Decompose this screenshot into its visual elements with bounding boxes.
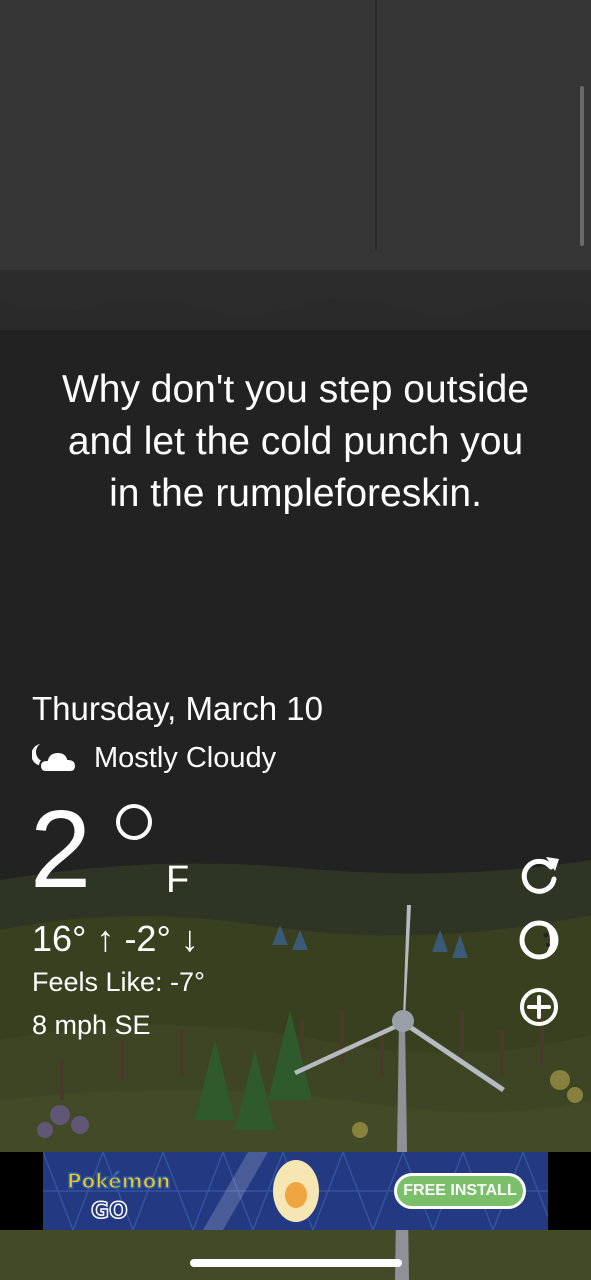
refresh-icon[interactable] — [517, 853, 561, 897]
add-location-icon[interactable] — [517, 985, 561, 1029]
svg-text:Pokémon: Pokémon — [67, 1169, 171, 1193]
temperature-unit: F — [166, 859, 190, 901]
temperature-value: 2 — [30, 788, 92, 911]
home-indicator[interactable] — [190, 1259, 402, 1267]
pokemon-go-logo: Pokémon GO — [66, 1168, 171, 1225]
condition-row: Mostly Cloudy — [32, 738, 276, 778]
wind-speed: 8 mph SE — [32, 1010, 151, 1040]
quote-line: and let the cold punch you — [67, 420, 524, 463]
scroll-indicator[interactable] — [580, 86, 584, 246]
feels-like: Feels Like: -7° — [32, 967, 205, 997]
quote-line: Why don't you step outside — [61, 368, 530, 411]
degree-symbol — [116, 804, 152, 840]
condition-text: Mostly Cloudy — [94, 741, 277, 774]
moon-phase-icon[interactable] — [517, 918, 561, 962]
svg-text:GO: GO — [91, 1199, 128, 1224]
landscape-scene — [0, 860, 591, 1280]
weather-quote: Why don't you step outside and let the c… — [0, 364, 591, 520]
ad-banner[interactable]: Pokémon GO FREE INSTALL — [43, 1152, 548, 1230]
partly-cloudy-night-icon — [32, 744, 78, 773]
quote-line: in the rumpleforeskin. — [109, 472, 482, 515]
high-low-temperature: 16° ↑ -2° ↓ — [32, 918, 199, 959]
weather-date: Thursday, March 10 — [32, 690, 324, 727]
free-install-button[interactable]: FREE INSTALL — [394, 1173, 526, 1209]
